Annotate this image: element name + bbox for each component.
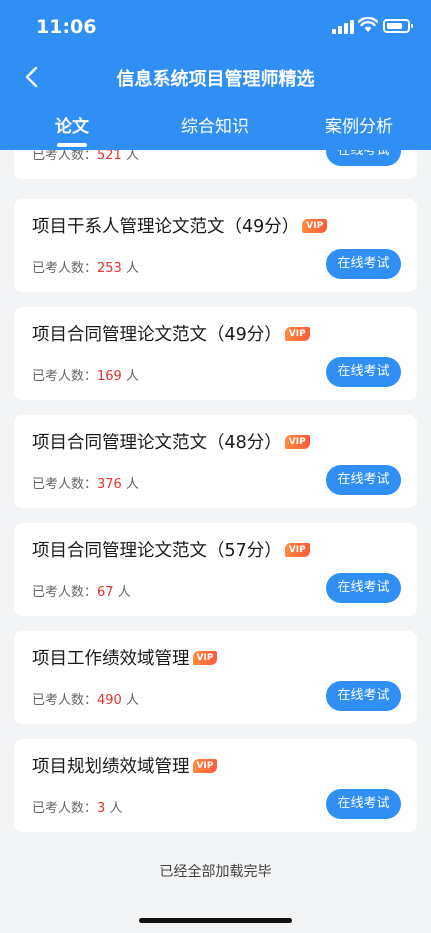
battery-icon [383, 19, 413, 33]
back-icon[interactable] [20, 64, 46, 90]
tab-bar: 论文 综合知识 案例分析 [0, 100, 431, 150]
exam-taker-count: 已考人数：67 人 [32, 585, 131, 600]
exam-list[interactable]: 已考人数：521 人 在线考试 项目干系人管理论文范文（49分） VIP 已考人数… [0, 150, 431, 933]
list-item[interactable]: 项目工作绩效域管理 VIP 已考人数：490 人 在线考试 [14, 631, 417, 724]
list-item[interactable]: 项目合同管理论文范文（49分） VIP 已考人数：169 人 在线考试 [14, 307, 417, 400]
online-exam-button[interactable]: 在线考试 [326, 573, 401, 603]
list-item[interactable]: 项目规划绩效域管理 VIP 已考人数：3 人 在线考试 [14, 739, 417, 832]
list-item[interactable]: 项目干系人管理论文范文（49分） VIP 已考人数：253 人 在线考试 [14, 199, 417, 292]
vip-badge: VIP [192, 758, 218, 773]
wifi-icon [358, 17, 378, 32]
online-exam-button[interactable]: 在线考试 [326, 249, 401, 279]
load-complete-text: 已经全部加载完毕 [159, 864, 272, 880]
status-bar: 11:06 [0, 0, 431, 54]
tab-essay[interactable]: 论文 [7, 112, 137, 137]
app-header: 11:06 信息系统项目管理师精选 论文 综合知识 案例分析 [0, 0, 431, 150]
vip-badge: VIP [192, 650, 218, 665]
exam-taker-count: 已考人数：169 人 [32, 369, 139, 384]
vip-badge: VIP [284, 434, 310, 449]
exam-title: 项目合同管理论文范文（48分） VIP [32, 429, 310, 454]
exam-title: 项目干系人管理论文范文（49分） VIP [32, 213, 328, 238]
home-indicator[interactable] [139, 918, 292, 923]
exam-taker-count: 已考人数：521 人 [32, 150, 139, 163]
nav-bar: 信息系统项目管理师精选 [0, 54, 431, 100]
exam-taker-count: 已考人数：490 人 [32, 693, 139, 708]
tab-general-knowledge[interactable]: 综合知识 [150, 112, 280, 137]
status-time: 11:06 [36, 16, 97, 38]
list-item: 已考人数：521 人 在线考试 [14, 150, 417, 179]
online-exam-button[interactable]: 在线考试 [326, 465, 401, 495]
page-title: 信息系统项目管理师精选 [116, 69, 315, 90]
online-exam-button[interactable]: 在线考试 [326, 150, 401, 166]
tab-case-analysis[interactable]: 案例分析 [294, 112, 424, 137]
exam-taker-count: 已考人数：3 人 [32, 801, 123, 816]
exam-title: 项目规划绩效域管理 VIP [32, 753, 218, 778]
exam-title: 项目工作绩效域管理 VIP [32, 645, 218, 670]
exam-taker-count: 已考人数：253 人 [32, 261, 139, 276]
vip-badge: VIP [284, 326, 310, 341]
list-item[interactable]: 项目合同管理论文范文（48分） VIP 已考人数：376 人 在线考试 [14, 415, 417, 508]
exam-taker-count: 已考人数：376 人 [32, 477, 139, 492]
exam-title: 项目合同管理论文范文（49分） VIP [32, 321, 310, 346]
tab-active-indicator [57, 143, 87, 147]
online-exam-button[interactable]: 在线考试 [326, 357, 401, 387]
vip-badge: VIP [284, 542, 310, 557]
online-exam-button[interactable]: 在线考试 [326, 789, 401, 819]
list-item[interactable]: 项目合同管理论文范文（57分） VIP 已考人数：67 人 在线考试 [14, 523, 417, 616]
exam-title: 项目合同管理论文范文（57分） VIP [32, 537, 310, 562]
vip-badge: VIP [302, 218, 328, 233]
signal-icon [332, 20, 354, 34]
online-exam-button[interactable]: 在线考试 [326, 681, 401, 711]
